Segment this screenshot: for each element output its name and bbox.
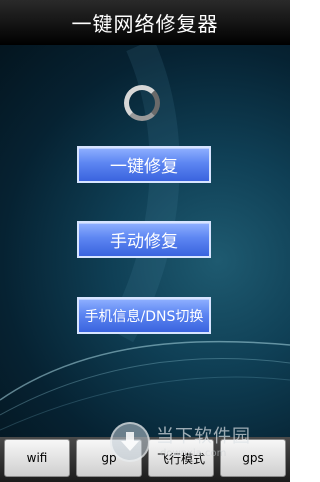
tab-airplane-mode[interactable]: 飞行模式 [148, 439, 214, 477]
bottom-tab-bar: wifi gp 飞行模式 gps [0, 437, 290, 482]
tab-gprs[interactable]: gp [76, 439, 142, 477]
app-title: 一键网络修复器 [71, 12, 219, 36]
app-screen: 一键网络修复器 一键修复 手动修复 手机信息/DNS切换 wifi gp 飞行模… [0, 0, 290, 482]
main-content: 一键修复 手动修复 手机信息/DNS切换 [0, 45, 290, 437]
phone-info-dns-button[interactable]: 手机信息/DNS切换 [77, 297, 211, 334]
tab-gps[interactable]: gps [220, 439, 286, 477]
one-click-repair-button[interactable]: 一键修复 [77, 146, 211, 183]
manual-repair-button[interactable]: 手动修复 [77, 221, 211, 258]
tab-wifi[interactable]: wifi [4, 439, 70, 477]
title-bar: 一键网络修复器 [0, 0, 290, 45]
spinner-icon [124, 85, 160, 121]
